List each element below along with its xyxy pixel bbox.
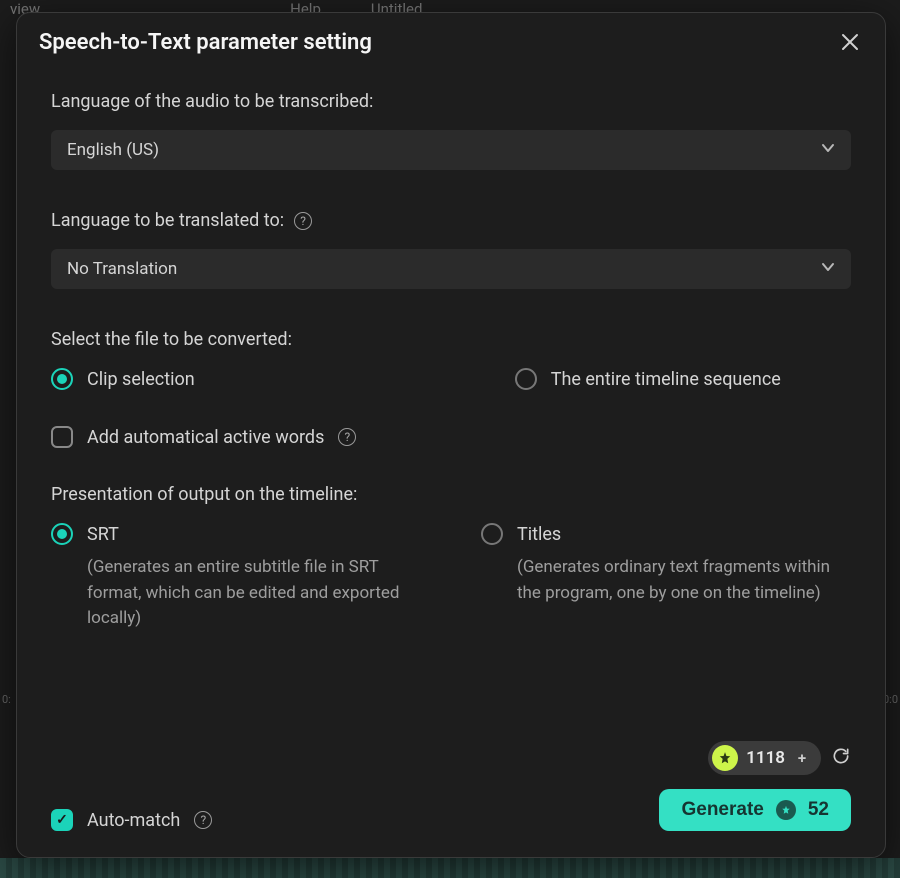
credits-value: 1118 <box>746 748 785 768</box>
srt-label: SRT <box>87 524 119 545</box>
translate-language-label: Language to be translated to: ? <box>51 210 851 231</box>
generate-label: Generate <box>681 799 763 821</box>
close-icon <box>841 33 859 51</box>
radio-clip-selection[interactable]: Clip selection <box>51 368 195 390</box>
help-icon[interactable]: ? <box>294 212 312 230</box>
help-icon[interactable]: ? <box>194 811 212 829</box>
checkbox-active-words[interactable]: Add automatical active words ? <box>51 426 851 448</box>
titles-description: (Generates ordinary text fragments withi… <box>517 555 847 606</box>
credits-pill[interactable]: 1118 + <box>708 741 821 775</box>
radio-icon-unselected <box>515 368 537 390</box>
audio-language-label: Language of the audio to be transcribed: <box>51 91 851 112</box>
active-words-label: Add automatical active words <box>87 427 324 448</box>
stt-settings-modal: Speech-to-Text parameter setting Languag… <box>16 12 886 858</box>
generate-cost: 52 <box>808 799 829 821</box>
translate-language-value: No Translation <box>67 259 177 279</box>
coin-dark-icon <box>776 800 796 820</box>
checkbox-icon-checked: ✓ <box>51 809 73 831</box>
modal-title: Speech-to-Text parameter setting <box>39 30 372 55</box>
auto-match-label: Auto-match <box>87 810 180 831</box>
plus-icon: + <box>793 749 811 767</box>
generate-button[interactable]: Generate 52 <box>659 789 851 831</box>
audio-language-dropdown[interactable]: English (US) <box>51 130 851 170</box>
refresh-button[interactable] <box>831 746 851 770</box>
radio-output-titles[interactable]: Titles <box>481 523 851 545</box>
titles-label: Titles <box>517 524 561 545</box>
radio-clip-label: Clip selection <box>87 369 195 390</box>
radio-entire-timeline[interactable]: The entire timeline sequence <box>515 368 781 390</box>
file-select-label: Select the file to be converted: <box>51 329 851 350</box>
radio-timeline-label: The entire timeline sequence <box>551 369 781 390</box>
radio-icon-unselected <box>481 523 503 545</box>
audio-language-value: English (US) <box>67 140 159 160</box>
checkbox-icon-unchecked <box>51 426 73 448</box>
checkbox-auto-match[interactable]: ✓ Auto-match ? <box>51 809 212 831</box>
coin-icon <box>712 745 738 771</box>
chevron-down-icon <box>821 259 835 279</box>
translate-language-dropdown[interactable]: No Translation <box>51 249 851 289</box>
timeline-strip <box>0 858 900 878</box>
help-icon[interactable]: ? <box>338 428 356 446</box>
srt-description: (Generates an entire subtitle file in SR… <box>87 555 417 632</box>
radio-icon-selected <box>51 523 73 545</box>
radio-icon-selected <box>51 368 73 390</box>
timeline-mark-left: 0: <box>2 693 11 706</box>
output-label: Presentation of output on the timeline: <box>51 484 851 505</box>
radio-output-srt[interactable]: SRT <box>51 523 421 545</box>
close-button[interactable] <box>837 29 863 55</box>
chevron-down-icon <box>821 140 835 160</box>
